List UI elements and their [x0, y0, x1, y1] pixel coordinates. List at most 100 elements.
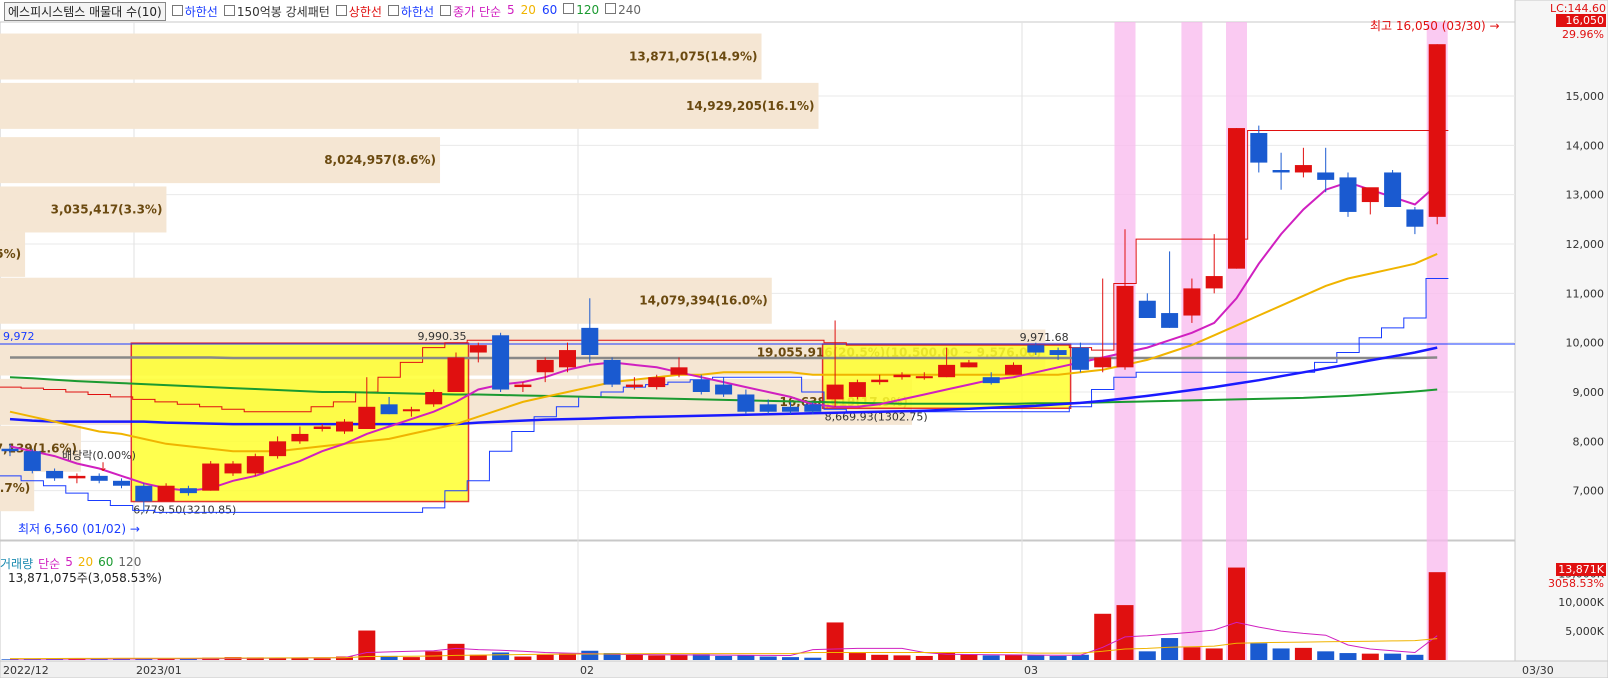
candle-body — [848, 382, 866, 397]
date-label: 2022/12 — [3, 664, 49, 677]
checkbox-icon[interactable] — [440, 4, 452, 16]
volume-profile-label: 3,035,417(3.3%) — [51, 202, 163, 216]
volume-legend-item[interactable]: 단순 — [38, 555, 60, 571]
candle-body — [692, 379, 710, 392]
candle-body — [1384, 172, 1402, 207]
high-annotation: 최고 16,050 (03/30) → — [1370, 19, 1500, 33]
candle-body — [1406, 209, 1424, 227]
volume-bar — [648, 655, 666, 660]
volume-legend-item[interactable]: 5 — [65, 555, 73, 569]
chart-legend: 에스피시스템스 매물대 수(10) 하한선 150억봉 강세패턴 상한선 하한선 종가 … — [0, 0, 760, 22]
date-label: 03/30 — [1522, 664, 1554, 677]
checkbox-icon[interactable] — [605, 2, 617, 14]
volume-bar — [670, 654, 688, 660]
candle-body — [90, 475, 108, 481]
legend-item[interactable]: 60 — [542, 3, 557, 20]
candle-body — [559, 350, 576, 368]
checkbox-icon[interactable] — [387, 4, 399, 16]
volume-profile-label: 453,521(0.5%) — [0, 247, 21, 261]
volume-bar — [1005, 654, 1022, 660]
candle-body — [23, 451, 41, 471]
current-pct-label: 29.96% — [1562, 28, 1604, 41]
volume-bar — [1384, 653, 1402, 660]
volume-bar — [1317, 651, 1335, 660]
volume-bar — [1183, 647, 1201, 660]
volume-bar — [759, 656, 777, 660]
date-axis-panel — [0, 660, 1608, 678]
legend-item[interactable]: 240 — [605, 2, 641, 20]
volume-profile-label: 615,670(0.7%) — [0, 481, 30, 495]
candle-body — [1317, 172, 1335, 180]
volume-profile-label: 14,079,394(16.0%) — [639, 294, 768, 308]
chart-title[interactable]: 에스피시스템스 매물대 수(10) — [4, 1, 166, 21]
candle-body — [1250, 133, 1268, 163]
price-tick-label: 9,000 — [1573, 386, 1605, 399]
highlight-column — [1226, 22, 1247, 660]
volume-bar — [1361, 653, 1379, 660]
volume-legend-item[interactable]: 120 — [118, 555, 141, 569]
checkbox-icon[interactable] — [171, 4, 183, 16]
legend-item[interactable]: 하한선 — [387, 3, 434, 20]
candle-body — [380, 404, 398, 415]
legend-item[interactable]: 5 — [507, 3, 515, 20]
candle-body — [447, 357, 465, 392]
volume-bar — [826, 622, 844, 660]
volume-profile-label: 8,024,957(8.6%) — [324, 153, 436, 167]
volume-bar — [737, 655, 755, 660]
ma240-line — [10, 356, 1438, 360]
volume-pct-label: 3058.53% — [1548, 577, 1604, 590]
price-tick-label: 12,000 — [1566, 238, 1605, 251]
checkbox-icon[interactable] — [563, 2, 575, 14]
legend-item[interactable]: 120 — [563, 2, 599, 20]
volume-bar — [1027, 655, 1045, 660]
legend-item[interactable]: 150억봉 강세패턴 — [223, 3, 330, 20]
legend-item[interactable]: 하한선 — [171, 3, 218, 20]
price-tick-label: 8,000 — [1573, 435, 1605, 448]
volume-bar — [625, 654, 643, 660]
current-price-label: 16,050 — [1566, 14, 1605, 27]
candle-body — [179, 488, 197, 494]
volume-current-label: 13,871K — [1558, 563, 1604, 576]
volume-panel — [0, 540, 1516, 662]
checkbox-icon[interactable] — [223, 4, 235, 16]
box-top-label: 9,990.35 — [418, 330, 467, 343]
volume-tick-label: 5,000K — [1565, 625, 1604, 638]
volume-bar — [960, 654, 978, 660]
legend-item[interactable]: 종가 단순 — [440, 3, 501, 20]
volume-bar — [581, 650, 599, 660]
volume-legend-item[interactable]: 60 — [98, 555, 113, 569]
price-tick-label: 10,000 — [1566, 337, 1605, 350]
volume-bar — [982, 655, 1000, 660]
candle-body — [603, 359, 621, 385]
candle-body — [402, 409, 420, 412]
candle-body — [1428, 44, 1446, 217]
volume-bar — [1428, 572, 1446, 660]
volume-profile-label: 14,929,205(16.1%) — [686, 99, 815, 113]
candle-body — [536, 359, 554, 373]
candle-body — [1027, 345, 1045, 353]
volume-bar — [313, 658, 331, 660]
candle-body — [269, 441, 287, 457]
volume-bar — [1049, 655, 1067, 660]
volume-bar — [1294, 647, 1312, 660]
candle-body — [469, 345, 487, 353]
candle-body — [782, 406, 799, 412]
candle-body — [915, 376, 933, 379]
volume-bar — [536, 654, 554, 660]
candle-body — [135, 485, 153, 502]
candle-body — [514, 384, 532, 388]
candle-body — [893, 374, 911, 378]
volume-legend-item[interactable]: 20 — [78, 555, 93, 569]
volume-bar — [1116, 605, 1134, 660]
volume-bar — [514, 656, 532, 660]
legend-item[interactable]: 상한선 — [335, 3, 382, 20]
volume-bar — [1406, 654, 1424, 660]
legend-item[interactable]: 20 — [521, 3, 536, 20]
volume-bar — [715, 655, 733, 660]
volume-legend-item[interactable]: 거래량 — [0, 555, 33, 571]
candle-body — [425, 392, 443, 405]
checkbox-icon[interactable] — [335, 4, 347, 16]
volume-bar — [871, 654, 889, 660]
candle-body — [871, 379, 889, 383]
candle-body — [1294, 165, 1312, 173]
